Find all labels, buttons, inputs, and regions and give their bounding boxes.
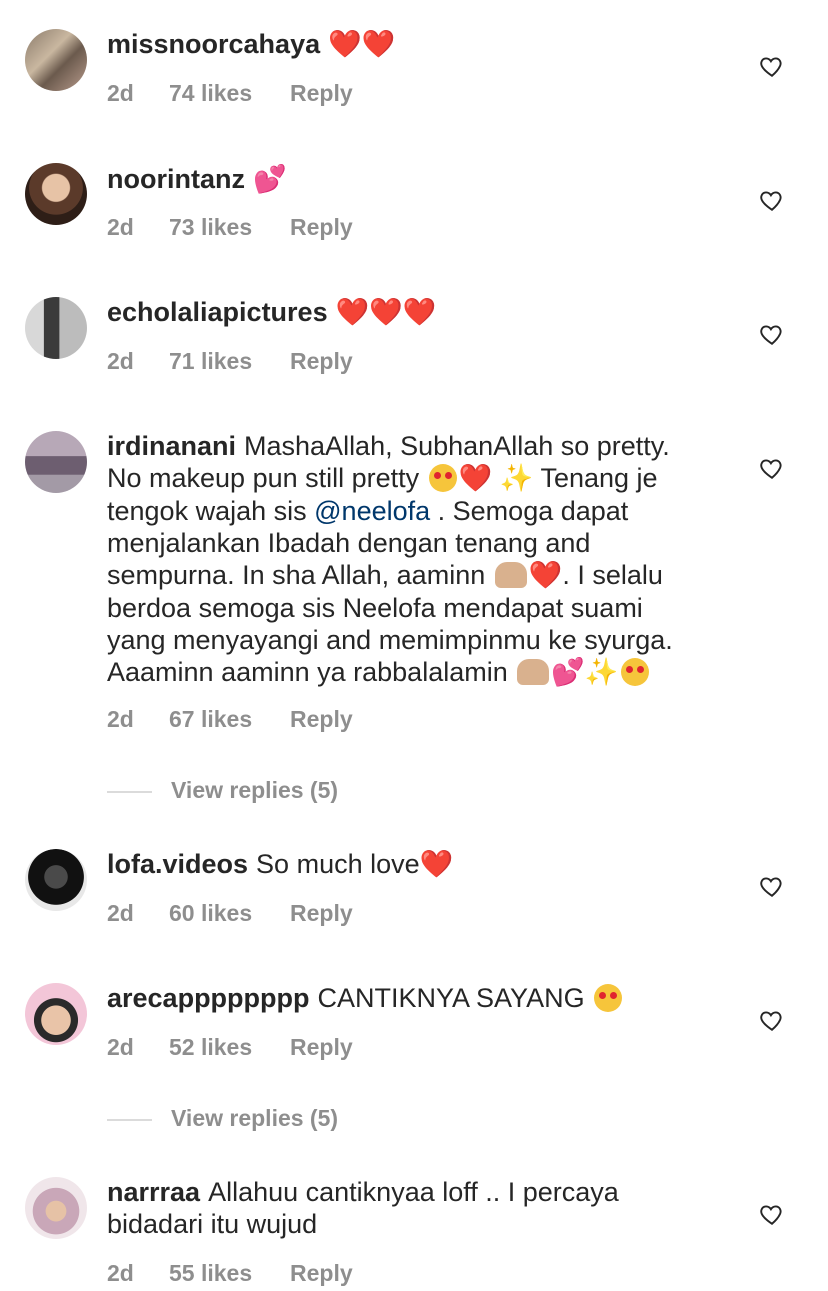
view-replies-button[interactable]: View replies (5) [107, 1105, 338, 1132]
comment-time[interactable]: 2d [107, 348, 169, 375]
comment-body: lofa.videos So much love❤️ [107, 848, 727, 881]
comment-time[interactable]: 2d [107, 1260, 169, 1287]
heart-emoji: ❤️❤️❤️ [335, 297, 437, 328]
comment-time[interactable]: 2d [107, 80, 169, 107]
comment-likes[interactable]: 71 likes [169, 348, 290, 375]
open-hands-emoji [517, 659, 550, 685]
comment-text: So much love [256, 849, 420, 879]
comment-likes[interactable]: 60 likes [169, 900, 290, 927]
heart-outline-icon[interactable] [759, 1007, 785, 1033]
comment-body: irdinanani MashaAllah, SubhanAllah so pre… [107, 430, 707, 689]
reply-button[interactable]: Reply [290, 1260, 353, 1287]
view-replies-button[interactable]: View replies (5) [107, 777, 338, 804]
view-replies-label: View replies (5) [171, 1105, 339, 1131]
comment-meta: 2d 71 likes Reply [107, 348, 353, 375]
heart-eyes-emoji [428, 464, 457, 492]
comment-username[interactable]: lofa.videos [107, 849, 248, 879]
comment-text: CANTIKNYA SAYANG [317, 983, 585, 1013]
comment-username[interactable]: irdinanani [107, 431, 236, 461]
heart-eyes-emoji [594, 984, 623, 1012]
comment-username[interactable]: echolaliapictures [107, 297, 328, 327]
reply-button[interactable]: Reply [290, 80, 353, 107]
divider [107, 1118, 152, 1121]
two-hearts-emoji: 💕 [252, 164, 287, 195]
comment-meta: 2d 52 likes Reply [107, 1034, 353, 1061]
two-hearts-emoji: 💕 [551, 657, 585, 688]
heart-outline-icon[interactable] [759, 53, 785, 79]
sparkles-emoji: ✨ [499, 463, 534, 494]
mention-link[interactable]: @neelofa [314, 496, 430, 526]
comment-meta: 2d 73 likes Reply [107, 214, 353, 241]
avatar[interactable] [25, 983, 87, 1045]
heart-emoji: ❤️❤️ [328, 29, 396, 60]
comment-username[interactable]: noorintanz [107, 164, 245, 194]
comment-body: narrraa Allahuu cantiknyaa loff .. I perc… [107, 1176, 707, 1240]
comment-likes[interactable]: 73 likes [169, 214, 290, 241]
comment-body: noorintanz 💕 [107, 163, 727, 196]
heart-outline-icon[interactable] [759, 321, 785, 347]
comment-likes[interactable]: 55 likes [169, 1260, 290, 1287]
comment-username[interactable]: narrraa [107, 1177, 200, 1207]
comment-body: echolaliapictures ❤️❤️❤️ [107, 296, 727, 329]
sparkles-emoji: ✨ [584, 657, 619, 688]
reply-button[interactable]: Reply [290, 348, 353, 375]
comment-meta: 2d 67 likes Reply [107, 706, 353, 733]
reply-button[interactable]: Reply [290, 706, 353, 733]
comment-likes[interactable]: 67 likes [169, 706, 290, 733]
comment-body: missnoorcahaya ❤️❤️ [107, 28, 727, 61]
heart-outline-icon[interactable] [759, 455, 785, 481]
heart-outline-icon[interactable] [759, 1201, 785, 1227]
comment-meta: 2d 60 likes Reply [107, 900, 353, 927]
comment-meta: 2d 74 likes Reply [107, 80, 353, 107]
avatar[interactable] [25, 431, 87, 493]
comment-time[interactable]: 2d [107, 706, 169, 733]
reply-button[interactable]: Reply [290, 900, 353, 927]
open-hands-emoji [494, 562, 527, 588]
comment-body: arecapppppppp CANTIKNYA SAYANG [107, 982, 727, 1014]
comment-time[interactable]: 2d [107, 214, 169, 241]
heart-emoji: ❤️ [528, 560, 563, 591]
comment-time[interactable]: 2d [107, 1034, 169, 1061]
avatar[interactable] [25, 849, 87, 911]
comment-username[interactable]: missnoorcahaya [107, 29, 320, 59]
heart-emoji: ❤️ [419, 849, 454, 880]
comment-meta: 2d 55 likes Reply [107, 1260, 353, 1287]
avatar[interactable] [25, 297, 87, 359]
reply-button[interactable]: Reply [290, 1034, 353, 1061]
heart-outline-icon[interactable] [759, 873, 785, 899]
heart-emoji: ❤️ [458, 463, 493, 494]
avatar[interactable] [25, 29, 87, 91]
divider [107, 790, 152, 793]
avatar[interactable] [25, 163, 87, 225]
comment-username[interactable]: arecapppppppp [107, 983, 310, 1013]
comment-likes[interactable]: 52 likes [169, 1034, 290, 1061]
comment-time[interactable]: 2d [107, 900, 169, 927]
avatar[interactable] [25, 1177, 87, 1239]
reply-button[interactable]: Reply [290, 214, 353, 241]
kissing-face-emoji [620, 658, 649, 686]
comment-likes[interactable]: 74 likes [169, 80, 290, 107]
view-replies-label: View replies (5) [171, 777, 339, 803]
heart-outline-icon[interactable] [759, 187, 785, 213]
